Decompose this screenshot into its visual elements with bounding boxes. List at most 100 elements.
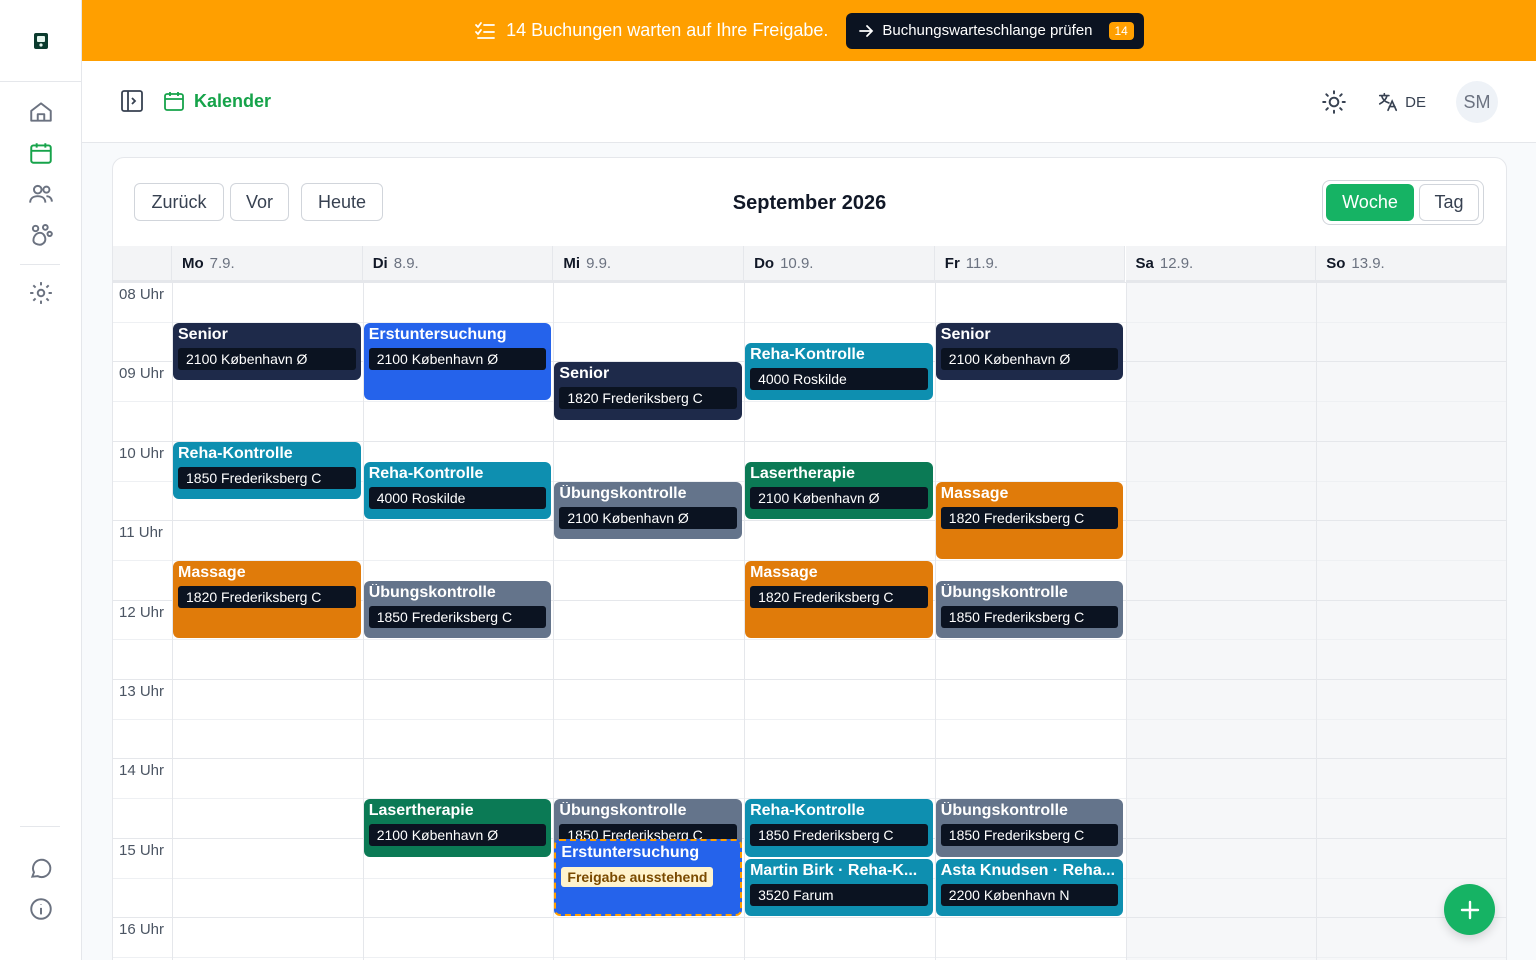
weekend-column bbox=[1125, 282, 1317, 960]
banner-message: 14 Buchungen warten auf Ihre Freigabe. bbox=[474, 20, 828, 41]
event-location: 1820 Frederiksberg C bbox=[750, 585, 928, 608]
event-location: 2100 København Ø bbox=[368, 347, 547, 370]
breadcrumb: Kalender bbox=[162, 89, 271, 113]
day-name: So bbox=[1326, 254, 1346, 272]
user-avatar[interactable]: SM bbox=[1456, 81, 1498, 123]
back-button[interactable]: Zurück bbox=[134, 183, 224, 221]
hour-line bbox=[113, 758, 1506, 760]
event-location: 3520 Farum bbox=[750, 883, 928, 906]
day-header-fr: Fr 11.9. bbox=[934, 246, 1126, 282]
appointment-event[interactable]: Senior 2100 København Ø bbox=[173, 322, 361, 381]
appointment-event[interactable]: Übungskontrolle 1850 Frederiksberg C bbox=[935, 799, 1124, 857]
event-title: Massage bbox=[750, 563, 818, 581]
next-button[interactable]: Vor bbox=[230, 183, 289, 221]
half-hour-line bbox=[113, 718, 1506, 720]
appointment-event[interactable]: Erstuntersuchung Freigabe ausstehend bbox=[554, 838, 743, 917]
language-switcher[interactable]: DE bbox=[1377, 91, 1426, 113]
event-title: Martin Birk · Reha-K... bbox=[750, 861, 918, 879]
appointment-event[interactable]: Übungskontrolle 1850 Frederiksberg C bbox=[363, 580, 552, 639]
hour-label: 12 Uhr bbox=[119, 603, 165, 621]
nav-info[interactable] bbox=[26, 894, 56, 924]
appointment-event[interactable]: Reha-Kontrolle 1850 Frederiksberg C bbox=[745, 799, 933, 857]
event-title: Reha-Kontrolle bbox=[368, 464, 484, 482]
event-title: Reha-Kontrolle bbox=[750, 345, 865, 363]
today-button[interactable]: Heute bbox=[301, 183, 383, 221]
event-title: Reha-Kontrolle bbox=[178, 444, 293, 462]
event-title: Asta Knudsen · Reha... bbox=[940, 861, 1116, 879]
banner-text: 14 Buchungen warten auf Ihre Freigabe. bbox=[506, 20, 829, 40]
day-header-di: Di 8.9. bbox=[362, 246, 554, 282]
appointment-event[interactable]: Übungskontrolle 2100 København Ø bbox=[554, 481, 743, 540]
day-header-so: So 13.9. bbox=[1316, 246, 1506, 282]
event-location: 1820 Frederiksberg C bbox=[940, 506, 1119, 529]
view-switcher: Woche Tag bbox=[1322, 180, 1484, 225]
hour-line bbox=[113, 917, 1506, 919]
event-title: Übungskontrolle bbox=[940, 802, 1068, 820]
language-code: DE bbox=[1405, 93, 1426, 111]
event-title: Reha-Kontrolle bbox=[750, 802, 865, 820]
appointment-event[interactable]: Massage 1820 Frederiksberg C bbox=[173, 560, 361, 639]
event-title: Übungskontrolle bbox=[368, 583, 496, 601]
review-queue-label: Buchungswarteschlange prüfen bbox=[882, 22, 1093, 39]
day-name: Di bbox=[372, 254, 388, 272]
half-hour-line bbox=[113, 401, 1506, 403]
nav-chat[interactable] bbox=[26, 853, 56, 883]
appointment-event[interactable]: Martin Birk · Reha-K... 3520 Farum bbox=[745, 858, 933, 917]
event-title: Senior bbox=[559, 365, 610, 383]
day-column-divider bbox=[1125, 282, 1127, 960]
event-location: 1850 Frederiksberg C bbox=[178, 466, 356, 489]
event-location: 1820 Frederiksberg C bbox=[178, 585, 356, 608]
day-header-mi: Mi 9.9. bbox=[553, 246, 745, 282]
appointment-event[interactable]: Reha-Kontrolle 4000 Roskilde bbox=[363, 461, 552, 520]
appointment-event[interactable]: Senior 1820 Frederiksberg C bbox=[554, 362, 743, 420]
review-queue-button[interactable]: Buchungswarteschlange prüfen 14 bbox=[846, 12, 1144, 49]
appointment-event[interactable]: Massage 1820 Frederiksberg C bbox=[935, 481, 1124, 559]
sidebar-toggle-button[interactable] bbox=[120, 89, 146, 115]
event-title: Erstuntersuchung bbox=[368, 325, 507, 343]
day-name: Sa bbox=[1135, 254, 1154, 272]
day-date: 7.9. bbox=[209, 254, 235, 272]
add-appointment-button[interactable] bbox=[1444, 884, 1495, 935]
day-header-do: Do 10.9. bbox=[744, 246, 935, 282]
day-header-sa: Sa 12.9. bbox=[1125, 246, 1317, 282]
hour-label: 16 Uhr bbox=[119, 921, 165, 939]
hour-line bbox=[113, 679, 1506, 680]
event-location: 1850 Frederiksberg C bbox=[368, 605, 547, 628]
appointment-event[interactable]: Erstuntersuchung 2100 København Ø bbox=[363, 322, 552, 401]
day-date: 11.9. bbox=[965, 254, 999, 272]
nav-users[interactable] bbox=[26, 179, 56, 209]
day-date: 13.9. bbox=[1351, 254, 1385, 272]
event-title: Lasertherapie bbox=[750, 464, 856, 482]
hour-label: 08 Uhr bbox=[119, 286, 165, 303]
settings-icon bbox=[30, 282, 52, 304]
week-view-button[interactable]: Woche bbox=[1326, 184, 1414, 221]
appointment-event[interactable]: Massage 1820 Frederiksberg C bbox=[745, 560, 933, 639]
appointment-event[interactable]: Lasertherapie 2100 København Ø bbox=[745, 461, 933, 520]
nav-calendar[interactable] bbox=[26, 138, 56, 168]
appointment-event[interactable]: Asta Knudsen · Reha... 2200 København N bbox=[935, 858, 1124, 917]
appointment-event[interactable]: Senior 2100 København Ø bbox=[935, 322, 1124, 381]
appointment-event[interactable]: Reha-Kontrolle 1850 Frederiksberg C bbox=[173, 441, 361, 500]
appointment-event[interactable]: Lasertherapie 2100 København Ø bbox=[363, 799, 552, 857]
appointment-event[interactable]: Reha-Kontrolle 4000 Roskilde bbox=[745, 342, 933, 401]
day-header-mo: Mo 7.9. bbox=[172, 246, 363, 282]
hour-label: 13 Uhr bbox=[119, 683, 165, 700]
appointment-event[interactable]: Übungskontrolle 1850 Frederiksberg C bbox=[935, 580, 1124, 639]
theme-toggle-button[interactable] bbox=[1321, 89, 1347, 115]
day-view-button[interactable]: Tag bbox=[1419, 184, 1479, 221]
hour-label: 15 Uhr bbox=[119, 841, 165, 859]
hour-line bbox=[113, 282, 1506, 283]
logo-icon bbox=[34, 32, 48, 49]
calendar-icon bbox=[164, 92, 184, 111]
event-location: 2100 København Ø bbox=[178, 347, 356, 370]
app-logo[interactable] bbox=[0, 0, 82, 82]
event-title: Senior bbox=[940, 325, 991, 343]
event-title: Erstuntersuchung bbox=[561, 843, 700, 861]
day-name: Mi bbox=[563, 254, 581, 272]
nav-patients[interactable] bbox=[26, 220, 56, 250]
half-hour-line bbox=[113, 639, 1506, 641]
day-name: Fr bbox=[944, 254, 960, 272]
nav-settings[interactable] bbox=[26, 278, 56, 308]
event-location: 4000 Roskilde bbox=[368, 486, 547, 509]
nav-home[interactable] bbox=[26, 97, 56, 127]
